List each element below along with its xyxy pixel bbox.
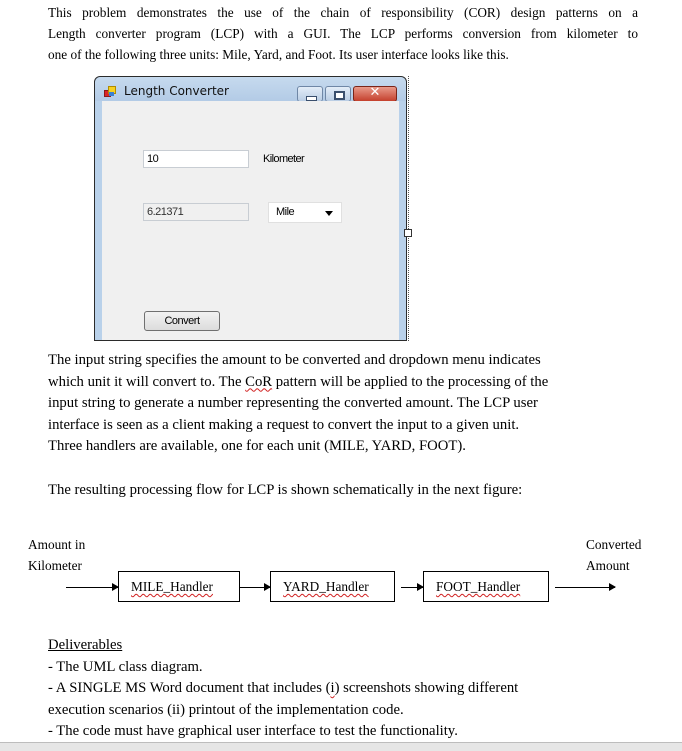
convert-button[interactable]: Convert (144, 311, 220, 331)
intro-line: This problem demonstrates the use of the… (48, 5, 638, 20)
window-client-area: 10 Kilometer 6.21371 Mile Convert (102, 101, 399, 340)
yard-handler-box: YARD_Handler (270, 571, 395, 602)
flow-arrow-out (555, 583, 616, 591)
app-icon (104, 86, 116, 97)
flow-arrow (401, 583, 424, 591)
image-selection-border (408, 76, 409, 341)
description-line: input string to generate a number repres… (48, 395, 538, 412)
flow-intro-text: The resulting processing flow for LCP is… (48, 482, 523, 498)
flow-output-label: Converted Amount (586, 537, 642, 573)
deliverable-item: - A SINGLE MS Word document that include… (48, 680, 519, 697)
result-output-field[interactable]: 6.21371 (143, 203, 249, 221)
flow-arrow (240, 583, 271, 591)
deliverable-item: - The UML class diagram. (48, 658, 203, 675)
window-title: Length Converter (124, 84, 229, 98)
description-line: The input string specifies the amount to… (48, 352, 541, 368)
close-button[interactable]: ✕ (353, 85, 397, 102)
deliverables-heading: Deliverables (48, 637, 123, 653)
description-line: which unit it will convert to. The CoR p… (48, 373, 549, 390)
minimize-button[interactable] (297, 86, 323, 102)
mile-handler-box: MILE_Handler (118, 571, 240, 602)
deliverable-item: - The code must have graphical user inte… (48, 723, 458, 740)
length-converter-window: Length Converter ✕ 10 Kilometer 6.21371 … (94, 76, 407, 341)
description-line: interface is seen as a client making a r… (48, 416, 520, 433)
foot-handler-box: FOOT_Handler (423, 571, 549, 602)
maximize-button[interactable] (325, 86, 351, 102)
window-titlebar[interactable]: Length Converter ✕ (95, 77, 406, 102)
unit-select[interactable]: Mile (268, 202, 342, 223)
chevron-down-icon[interactable] (325, 211, 333, 216)
deliverables-section: Deliverables - The UML class diagram. - … (48, 635, 518, 743)
deliverable-item-continued: execution scenarios (ii) printout of the… (48, 701, 404, 718)
description-paragraph: The input string specifies the amount to… (48, 350, 638, 458)
spellcheck-word: CoR (245, 373, 273, 390)
close-icon: ✕ (369, 85, 381, 100)
kilometer-input[interactable]: 10 (143, 150, 249, 168)
kilometer-label: Kilometer (263, 153, 305, 165)
unit-select-value: Mile (276, 206, 295, 218)
image-resize-handle[interactable] (404, 229, 412, 237)
flow-arrow-in (66, 583, 119, 591)
description-line: Three handlers are available, one for ea… (48, 438, 466, 455)
flow-input-label: Amount in Kilometer (28, 537, 86, 573)
intro-line: one of the following three units: Mile, … (48, 47, 509, 62)
intro-paragraph: This problem demonstrates the use of the… (48, 2, 638, 65)
intro-line: Length converter program (LCP) with a GU… (48, 26, 638, 41)
